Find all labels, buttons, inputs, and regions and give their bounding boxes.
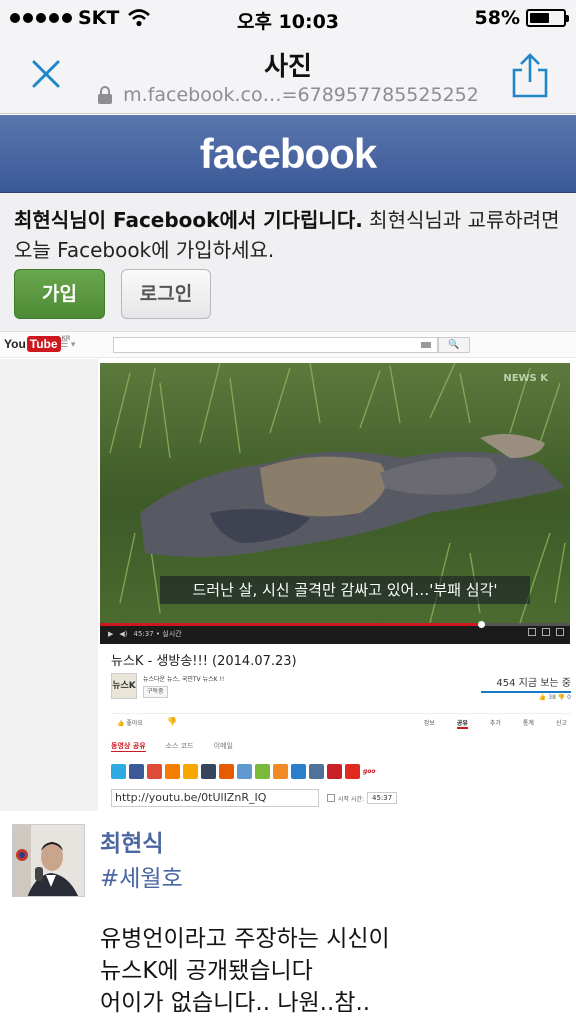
social-icon-11 [309, 764, 324, 779]
youtube-logo-you: You [4, 337, 26, 351]
volume-icon: ◀) [119, 630, 128, 638]
video-title: 뉴스K - 생방송!!! (2014.07.23) [111, 654, 297, 669]
search-icon: 🔍 [438, 337, 470, 353]
share-icon[interactable] [508, 52, 552, 100]
dislike-icon: 👎 [167, 717, 177, 726]
post-line: 뉴스K에 공개됐습니다 [100, 958, 313, 984]
like-label: 좋아요 [126, 720, 143, 727]
like-counts: 👍 38 👎 0 [538, 694, 571, 701]
post-author[interactable]: 최현식 [100, 824, 163, 858]
player-left-controls: ▶ ◀) 45:37 • 실시간 [108, 629, 182, 639]
facebook-logo[interactable]: facebook [200, 130, 377, 177]
youtube-topbar: You Tube KR ☰ ▾ 🔍 [0, 332, 576, 358]
signup-banner: 최현식님이 Facebook에서 기다립니다. 최현식님과 교류하려면 오늘 F… [0, 193, 576, 331]
battery-status: 58% [474, 7, 569, 29]
login-button[interactable]: 로그인 [121, 269, 211, 319]
share-url-field: http://youtu.be/0tUlIZnR_IQ [111, 789, 319, 807]
lock-icon [98, 86, 113, 104]
player-right-controls [528, 628, 564, 636]
signup-message-bold: 최현식님이 Facebook에서 기다립니다. [14, 208, 363, 232]
start-time-label: 시작 시간: [338, 795, 365, 803]
action-tab-add: 추가 [489, 720, 501, 727]
subscribe-button: 구독중 [143, 686, 168, 698]
signup-message: 최현식님이 Facebook에서 기다립니다. 최현식님과 교류하려면 오늘 F… [14, 205, 566, 265]
like-button: 👍 좋아요 [117, 720, 143, 727]
play-icon: ▶ [108, 630, 114, 638]
avatar[interactable] [12, 824, 85, 897]
shared-photo[interactable]: You Tube KR ☰ ▾ 🔍 NEWS K 드러난 살, 시신 골격만 감… [0, 331, 576, 812]
action-tab-report: 신고 [555, 720, 567, 727]
channel-thumbnail: 뉴스K [111, 673, 137, 699]
goo-icon: goo [363, 768, 376, 775]
live-viewers: 454 지금 보는 중 [481, 674, 571, 693]
social-icon-2 [147, 764, 162, 779]
social-icon-3 [165, 764, 180, 779]
profile-photo [13, 825, 84, 896]
video-frame: NEWS K 드러난 살, 시신 골격만 감싸고 있어…'부패 심각' [100, 363, 570, 644]
facebook-header: facebook [0, 115, 576, 193]
video-time: 45:37 • 실시간 [133, 630, 182, 638]
share-tab-video: 동영상 공유 [111, 742, 146, 752]
social-icon-4 [183, 764, 198, 779]
battery-icon [526, 9, 569, 27]
share-tabs: 동영상 공유 소스 코드 이메일 [111, 741, 233, 752]
channel-row: 뉴스K 뉴스다운 뉴스, 국민TV 뉴스K !! 구독중 454 지금 보는 중… [111, 673, 571, 709]
url-display[interactable]: m.facebook.co…=678957785525252 [0, 84, 576, 106]
post-line: 유병언이라고 주장하는 시신이 [100, 926, 390, 952]
share-tab-email: 이메일 [213, 742, 233, 750]
youtube-search-box [113, 337, 438, 353]
action-tab-share: 공유 [456, 720, 468, 729]
action-tabs: 정보 공유 추가 통계 신고 [424, 718, 567, 729]
social-icon-8 [255, 764, 270, 779]
start-time-checkbox [327, 794, 335, 802]
channel-name: 뉴스다운 뉴스, 국민TV 뉴스K !! [143, 676, 225, 683]
social-icon-6 [219, 764, 234, 779]
social-icon-1 [129, 764, 144, 779]
social-share-icons: goo [111, 764, 376, 779]
miniplayer-icon [542, 628, 550, 636]
video-actions: 👍 좋아요 👎 정보 공유 추가 통계 신고 [111, 713, 571, 731]
join-button[interactable]: 가입 [14, 269, 105, 319]
left-gutter [0, 359, 98, 812]
fullscreen-icon [556, 628, 564, 636]
keyboard-icon [421, 342, 431, 348]
news-watermark: NEWS K [503, 373, 548, 384]
start-time-value: 45:37 [367, 792, 398, 804]
social-icon-9 [273, 764, 288, 779]
video-progress [100, 621, 570, 628]
post-body: 유병언이라고 주장하는 시신이 뉴스K에 공개됐습니다 어이가 없습니다.. 나… [100, 923, 390, 1019]
menu-icon: ☰ ▾ [60, 340, 76, 350]
url-text: m.facebook.co…=678957785525252 [123, 84, 479, 106]
facebook-post: 최현식 #세월호 유병언이라고 주장하는 시신이 뉴스K에 공개됐습니다 어이가… [0, 811, 576, 1024]
social-icon-0 [111, 764, 126, 779]
share-tab-embed: 소스 코드 [165, 742, 194, 750]
video-progress-knob [477, 621, 485, 628]
settings-icon [528, 628, 536, 636]
status-bar: SKT 오후 10:03 58% [0, 0, 576, 38]
video-controls: ▶ ◀) 45:37 • 실시간 [100, 621, 570, 644]
social-icon-13 [345, 764, 360, 779]
action-tab-info: 정보 [423, 720, 435, 727]
youtube-logo-tube: Tube [26, 336, 61, 352]
video-caption: 드러난 살, 시신 골격만 감싸고 있어…'부패 심각' [160, 576, 530, 604]
video-progress-played [100, 623, 481, 626]
screen: SKT 오후 10:03 58% 사진 m.facebook.co…=67895… [0, 0, 576, 1024]
action-tab-stats: 통계 [522, 720, 534, 727]
post-hashtag[interactable]: #세월호 [100, 859, 183, 893]
battery-percent: 58% [474, 7, 520, 29]
page-title: 사진 [264, 52, 312, 82]
social-icon-7 [237, 764, 252, 779]
browser-nav-bar: 사진 m.facebook.co…=678957785525252 [0, 38, 576, 114]
battery-level [530, 13, 549, 23]
start-time-option: 시작 시간: 45:37 [327, 792, 398, 804]
post-line: 어이가 없습니다.. 나원..참.. [100, 990, 371, 1016]
social-icon-12 [327, 764, 342, 779]
social-icon-5 [201, 764, 216, 779]
social-icon-10 [291, 764, 306, 779]
